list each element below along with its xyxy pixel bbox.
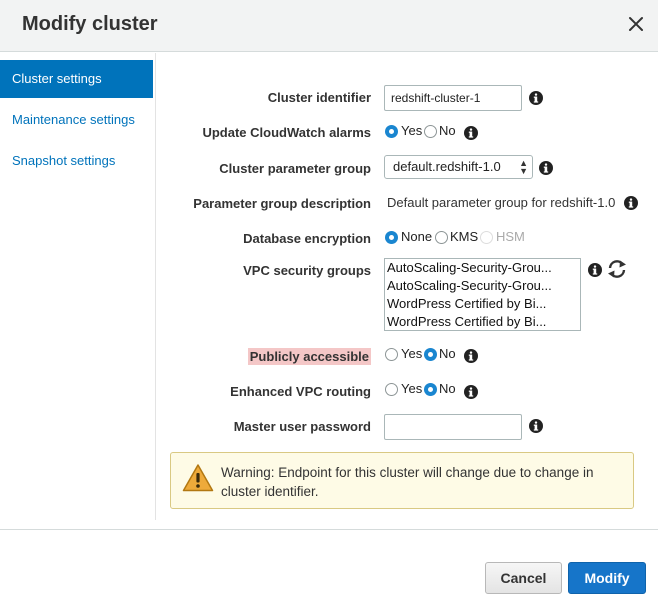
sidebar-item-maintenance-settings[interactable]: Maintenance settings bbox=[0, 101, 153, 139]
master-password-label: Master user password bbox=[233, 419, 371, 434]
publicly-accessible-no-radio[interactable] bbox=[424, 348, 437, 361]
info-icon[interactable] bbox=[464, 385, 478, 399]
cancel-button[interactable]: Cancel bbox=[485, 562, 562, 594]
parameter-group-description-label: Parameter group description bbox=[193, 196, 371, 211]
info-icon[interactable] bbox=[529, 91, 543, 105]
publicly-accessible-yes-radio[interactable] bbox=[385, 348, 398, 361]
list-item[interactable]: WordPress Certified by Bi... bbox=[385, 313, 580, 330]
info-icon[interactable] bbox=[539, 161, 553, 175]
master-password-input[interactable] bbox=[384, 414, 522, 440]
info-icon[interactable] bbox=[464, 349, 478, 363]
cloudwatch-yes-label: Yes bbox=[401, 123, 423, 138]
select-arrows-icon: ▲ ▼ bbox=[519, 158, 528, 176]
info-icon[interactable] bbox=[529, 419, 543, 433]
sidebar-item-cluster-settings[interactable]: Cluster settings bbox=[0, 60, 153, 98]
parameter-group-description-value: Default parameter group for redshift-1.0 bbox=[387, 195, 616, 210]
enhanced-vpc-routing-no-label: No bbox=[439, 381, 456, 396]
close-icon[interactable] bbox=[624, 12, 648, 36]
warning-alert: Warning: Endpoint for this cluster will … bbox=[170, 452, 634, 509]
encryption-none-label: None bbox=[401, 229, 433, 244]
vpc-security-groups-list[interactable]: AutoScaling-Security-Grou... AutoScaling… bbox=[384, 258, 581, 331]
warning-text: Warning: Endpoint for this cluster will … bbox=[221, 465, 594, 499]
cloudwatch-yes-radio[interactable] bbox=[385, 125, 398, 138]
encryption-hsm-label: HSM bbox=[496, 229, 525, 244]
encryption-kms-label: KMS bbox=[450, 229, 479, 244]
info-icon[interactable] bbox=[624, 196, 638, 210]
enhanced-vpc-routing-yes-label: Yes bbox=[401, 381, 423, 396]
publicly-accessible-label: Publicly accessible bbox=[247, 348, 371, 365]
info-icon[interactable] bbox=[588, 263, 602, 277]
dialog-header: Modify cluster bbox=[0, 0, 658, 52]
enhanced-vpc-routing-yes-radio[interactable] bbox=[385, 383, 398, 396]
info-icon[interactable] bbox=[464, 126, 478, 140]
parameter-group-select[interactable]: default.redshift-1.0 ▲ ▼ bbox=[384, 155, 533, 179]
list-item[interactable]: AutoScaling-Security-Grou... bbox=[385, 259, 580, 277]
cluster-identifier-input[interactable]: redshift-cluster-1 bbox=[384, 85, 522, 111]
cloudwatch-no-label: No bbox=[439, 123, 456, 138]
footer-divider bbox=[0, 529, 658, 530]
list-item[interactable]: AutoScaling-Security-Grou... bbox=[385, 277, 580, 295]
publicly-accessible-yes-label: Yes bbox=[401, 346, 423, 361]
encryption-none-radio[interactable] bbox=[385, 231, 398, 244]
parameter-group-label: Cluster parameter group bbox=[219, 161, 371, 176]
warning-icon bbox=[182, 464, 214, 492]
enhanced-vpc-routing-no-radio[interactable] bbox=[424, 383, 437, 396]
vpc-security-groups-label: VPC security groups bbox=[243, 263, 371, 278]
publicly-accessible-no-label: No bbox=[439, 346, 456, 361]
parameter-group-value: default.redshift-1.0 bbox=[393, 159, 501, 174]
dialog-title: Modify cluster bbox=[22, 13, 158, 35]
enhanced-vpc-routing-label: Enhanced VPC routing bbox=[230, 384, 371, 399]
refresh-icon[interactable] bbox=[606, 259, 628, 279]
encryption-kms-radio[interactable] bbox=[435, 231, 448, 244]
sidebar: Cluster settings Maintenance settings Sn… bbox=[0, 53, 156, 520]
cloudwatch-alarms-label: Update CloudWatch alarms bbox=[202, 125, 371, 140]
list-item[interactable]: WordPress Certified by Bi... bbox=[385, 295, 580, 313]
sidebar-item-snapshot-settings[interactable]: Snapshot settings bbox=[0, 142, 153, 180]
encryption-hsm-radio bbox=[480, 231, 493, 244]
modify-button[interactable]: Modify bbox=[568, 562, 646, 594]
database-encryption-label: Database encryption bbox=[243, 231, 371, 246]
cluster-identifier-label: Cluster identifier bbox=[267, 90, 371, 105]
cloudwatch-no-radio[interactable] bbox=[424, 125, 437, 138]
